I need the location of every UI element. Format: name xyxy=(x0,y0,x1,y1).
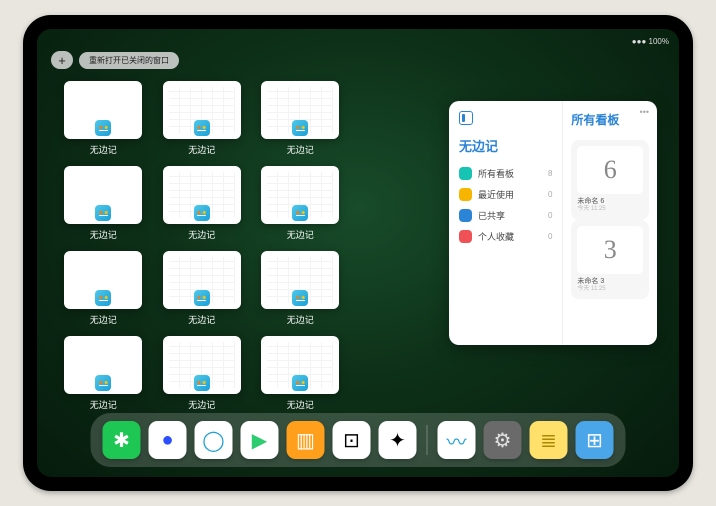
nav-item[interactable]: 个人收藏 0 xyxy=(459,226,552,247)
window-thumbnail xyxy=(64,251,142,309)
nav-icon xyxy=(459,230,472,243)
freeform-app-icon xyxy=(95,120,111,136)
nav-label: 所有看板 xyxy=(478,167,514,180)
window-card[interactable]: 无边记 xyxy=(61,251,146,326)
freeform-app-icon xyxy=(194,375,210,391)
more-icon[interactable]: ••• xyxy=(640,107,649,117)
freeform-app-icon xyxy=(95,290,111,306)
dock-separator xyxy=(427,425,428,455)
nav-count: 0 xyxy=(548,190,552,199)
dock: ✱●◯▶▥⊡✦ 〰⚙≣⊞ xyxy=(91,413,626,467)
freeform-app-icon xyxy=(194,205,210,221)
dock-play-icon[interactable]: ▶ xyxy=(241,421,279,459)
window-card[interactable]: 无边记 xyxy=(61,336,146,411)
window-label: 无边记 xyxy=(188,313,215,326)
window-thumbnail xyxy=(261,81,339,139)
board-card[interactable]: 3 未命名 3今天 11:25 xyxy=(571,220,649,300)
nav-icon xyxy=(459,209,472,222)
dock-freeform-icon[interactable]: 〰 xyxy=(438,421,476,459)
nav-count: 0 xyxy=(548,211,552,220)
window-label: 无边记 xyxy=(90,313,117,326)
nav-item[interactable]: 已共享 0 xyxy=(459,205,552,226)
dock-settings-icon[interactable]: ⚙ xyxy=(484,421,522,459)
nav-count: 0 xyxy=(548,232,552,241)
panel-title: 无边记 xyxy=(459,136,552,155)
status-bar: ●●● 100% xyxy=(37,33,679,49)
board-meta: 未命名 6今天 11:25 xyxy=(577,198,643,214)
dock-graph-icon[interactable]: ✦ xyxy=(379,421,417,459)
freeform-app-icon xyxy=(95,375,111,391)
window-thumbnail xyxy=(261,166,339,224)
dock-notes-icon[interactable]: ≣ xyxy=(530,421,568,459)
panel-sidebar: 无边记 所有看板 8 最近使用 0 已共享 0 个人收藏 0 xyxy=(449,101,563,345)
window-label: 无边记 xyxy=(287,398,314,411)
nav-label: 个人收藏 xyxy=(478,230,514,243)
nav-label: 最近使用 xyxy=(478,188,514,201)
board-card[interactable]: 6 未命名 6今天 11:25 xyxy=(571,140,649,220)
freeform-app-icon xyxy=(194,290,210,306)
window-card[interactable]: 无边记 xyxy=(160,251,245,326)
window-label: 无边记 xyxy=(188,228,215,241)
nav-item[interactable]: 所有看板 8 xyxy=(459,163,552,184)
freeform-app-icon xyxy=(292,205,308,221)
board-preview: 6 xyxy=(577,146,643,194)
dock-apps-icon[interactable]: ⊞ xyxy=(576,421,614,459)
window-label: 无边记 xyxy=(287,143,314,156)
board-meta: 未命名 3今天 11:25 xyxy=(577,278,643,294)
screen: ●●● 100% + 重新打开已关闭的窗口 无边记无边记无边记无边记无边记无边记… xyxy=(37,29,679,477)
window-thumbnail xyxy=(261,336,339,394)
window-thumbnail xyxy=(64,336,142,394)
window-card[interactable]: 无边记 xyxy=(61,81,146,156)
freeform-app-icon xyxy=(292,375,308,391)
nav-icon xyxy=(459,188,472,201)
nav-icon xyxy=(459,167,472,180)
dock-books-icon[interactable]: ▥ xyxy=(287,421,325,459)
window-thumbnail xyxy=(64,81,142,139)
window-label: 无边记 xyxy=(90,143,117,156)
window-card[interactable]: 无边记 xyxy=(160,336,245,411)
window-thumbnail xyxy=(163,336,241,394)
window-label: 无边记 xyxy=(90,398,117,411)
freeform-app-icon xyxy=(95,205,111,221)
add-window-button[interactable]: + xyxy=(51,51,73,69)
panel-content: 所有看板 6 未命名 6今天 11:25 3 未命名 3今天 11:25 xyxy=(563,101,657,345)
freeform-icon xyxy=(459,111,473,125)
dock-browser2-icon[interactable]: ◯ xyxy=(195,421,233,459)
window-label: 无边记 xyxy=(188,143,215,156)
window-thumbnail xyxy=(261,251,339,309)
freeform-panel[interactable]: ••• 无边记 所有看板 8 最近使用 0 已共享 0 个人收藏 0 所有看板 6 未命名 6今… xyxy=(449,101,657,345)
window-thumbnail xyxy=(64,166,142,224)
reopen-closed-button[interactable]: 重新打开已关闭的窗口 xyxy=(79,52,179,69)
window-thumbnail xyxy=(163,166,241,224)
window-card[interactable]: 无边记 xyxy=(258,81,343,156)
freeform-app-icon xyxy=(292,290,308,306)
ipad-device: ●●● 100% + 重新打开已关闭的窗口 无边记无边记无边记无边记无边记无边记… xyxy=(23,15,693,491)
window-grid: 无边记无边记无边记无边记无边记无边记无边记无边记无边记无边记无边记无边记 xyxy=(61,81,441,411)
dock-wechat-icon[interactable]: ✱ xyxy=(103,421,141,459)
window-card[interactable]: 无边记 xyxy=(160,81,245,156)
window-card[interactable]: 无边记 xyxy=(258,251,343,326)
board-preview: 3 xyxy=(577,226,643,274)
window-label: 无边记 xyxy=(90,228,117,241)
nav-label: 已共享 xyxy=(478,209,505,222)
window-label: 无边记 xyxy=(188,398,215,411)
nav-count: 8 xyxy=(548,169,552,178)
freeform-app-icon xyxy=(194,120,210,136)
window-card[interactable]: 无边记 xyxy=(160,166,245,241)
window-card[interactable]: 无边记 xyxy=(258,336,343,411)
panel-section-title: 所有看板 xyxy=(571,111,649,128)
dock-browser1-icon[interactable]: ● xyxy=(149,421,187,459)
dock-dice-icon[interactable]: ⊡ xyxy=(333,421,371,459)
status-right: ●●● 100% xyxy=(632,37,669,46)
window-label: 无边记 xyxy=(287,228,314,241)
top-controls: + 重新打开已关闭的窗口 xyxy=(51,51,179,69)
freeform-app-icon xyxy=(292,120,308,136)
window-card[interactable]: 无边记 xyxy=(61,166,146,241)
window-card[interactable]: 无边记 xyxy=(258,166,343,241)
window-thumbnail xyxy=(163,81,241,139)
nav-item[interactable]: 最近使用 0 xyxy=(459,184,552,205)
window-thumbnail xyxy=(163,251,241,309)
window-label: 无边记 xyxy=(287,313,314,326)
